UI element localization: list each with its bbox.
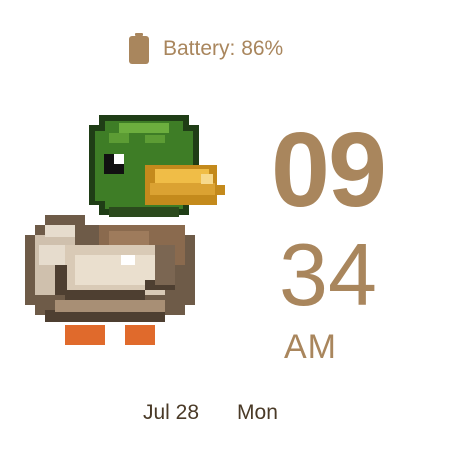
clock-ampm: AM [284, 328, 337, 366]
battery-icon [129, 33, 149, 64]
date-weekday: Mon [237, 401, 278, 424]
watch-face: Battery: 86% 09 34 AM Jul 28 Mon [0, 0, 450, 450]
clock-minute: 34 [279, 225, 377, 324]
battery-label: Battery: 86% [163, 37, 284, 60]
date-row: Jul 28 Mon [143, 400, 278, 426]
clock-hour: 09 [271, 111, 387, 229]
battery-status: Battery: 86% [129, 33, 283, 64]
pixel-mallard-duck-icon [25, 115, 225, 345]
date-month-day: Jul 28 [143, 401, 200, 424]
